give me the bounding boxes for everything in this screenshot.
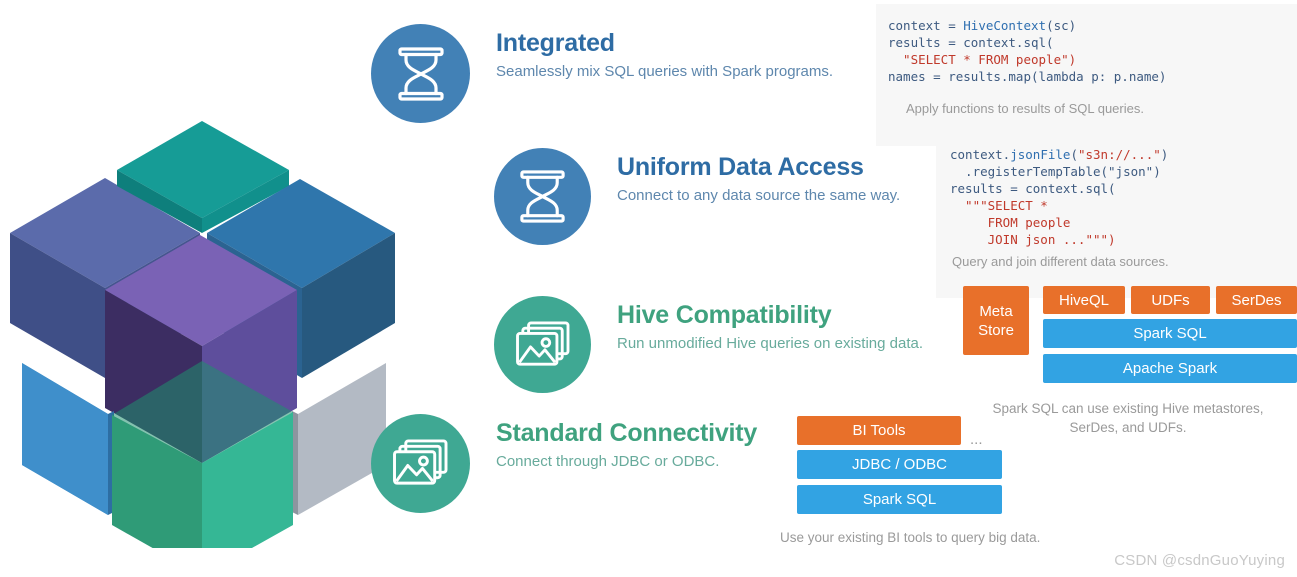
box-spark-sql: Spark SQL [797, 485, 1002, 514]
box-spark-sql: Spark SQL [1043, 319, 1297, 348]
hourglass-icon [371, 24, 470, 123]
connectivity-caption: Use your existing BI tools to query big … [780, 530, 1041, 545]
box-meta-store: Meta Store [963, 286, 1029, 355]
box-label: Store [978, 321, 1014, 339]
photos-icon [494, 296, 591, 393]
photos-icon [371, 414, 470, 513]
feature-text: Hive Compatibility Run unmodified Hive q… [617, 296, 923, 354]
code-line: names = results.map(lambda p: p.name) [888, 69, 1167, 84]
box-udfs: UDFs [1131, 286, 1210, 314]
code-line: "SELECT * FROM people") [888, 52, 1077, 67]
watermark: CSDN @csdnGuoYuying [1114, 552, 1285, 569]
code-caption: Query and join different data sources. [952, 254, 1169, 269]
feature-hive-compatibility: Hive Compatibility Run unmodified Hive q… [494, 296, 923, 393]
feature-subtitle: Connect to any data source the same way. [617, 187, 901, 204]
box-bi-tools: BI Tools [797, 416, 961, 445]
feature-text: Standard Connectivity Connect through JD… [496, 414, 757, 472]
code-line: FROM people [950, 215, 1071, 230]
code-block-uniform-data-access: context.jsonFile("s3n://...") .registerT… [936, 134, 1297, 298]
feature-text: Uniform Data Access Connect to any data … [617, 148, 900, 206]
feature-subtitle: Connect through JDBC or ODBC. [496, 453, 720, 470]
code-line: context. [950, 147, 1011, 162]
code-line: JOIN json ...""") [950, 232, 1116, 247]
code-token-hivecontext: HiveContext [963, 18, 1047, 33]
code-token-jsonfile: jsonFile [1010, 147, 1071, 162]
feature-title: Standard Connectivity [496, 419, 758, 447]
feature-uniform-data-access: Uniform Data Access Connect to any data … [494, 148, 900, 245]
code-token-path: "s3n://..." [1077, 147, 1161, 162]
feature-title: Integrated [496, 29, 615, 57]
ellipsis-indicator: ... [970, 431, 983, 448]
code-line: ( [1070, 147, 1078, 162]
feature-subtitle: Seamlessly mix SQL queries with Spark pr… [496, 63, 834, 80]
feature-subtitle: Run unmodified Hive queries on existing … [617, 335, 924, 352]
code-line: context = [888, 18, 964, 33]
cube-block-front-left [22, 363, 114, 515]
code-block-integrated: context = HiveContext(sc) results = cont… [876, 4, 1297, 146]
box-label: Meta [979, 302, 1013, 320]
code-line: .registerTempTable("json") [950, 164, 1161, 179]
feature-integrated: Integrated Seamlessly mix SQL queries wi… [371, 24, 833, 123]
box-hiveql: HiveQL [1043, 286, 1125, 314]
code-line: results = context.sql( [950, 181, 1116, 196]
feature-title: Uniform Data Access [617, 153, 864, 181]
box-serdes: SerDes [1216, 286, 1297, 314]
hourglass-icon [494, 148, 591, 245]
connectivity-architecture-diagram: BI Tools JDBC / ODBC Spark SQL ... [797, 416, 1297, 514]
hive-architecture-diagram: Meta Store HiveQL UDFs SerDes Spark SQL … [963, 286, 1297, 386]
feature-standard-connectivity: Standard Connectivity Connect through JD… [371, 414, 757, 513]
box-apache-spark: Apache Spark [1043, 354, 1297, 383]
code-line: results = context.sql( [888, 35, 1054, 50]
feature-text: Integrated Seamlessly mix SQL queries wi… [496, 24, 833, 82]
code-line: ) [1160, 147, 1169, 162]
spark-cube-illustration [2, 78, 402, 548]
code-line: """SELECT * [950, 198, 1048, 213]
infographic-canvas: Integrated Seamlessly mix SQL queries wi… [0, 0, 1297, 577]
code-line: (sc) [1046, 18, 1077, 33]
code-caption: Apply functions to results of SQL querie… [906, 101, 1144, 116]
box-jdbc-odbc: JDBC / ODBC [797, 450, 1002, 479]
feature-title: Hive Compatibility [617, 301, 832, 329]
